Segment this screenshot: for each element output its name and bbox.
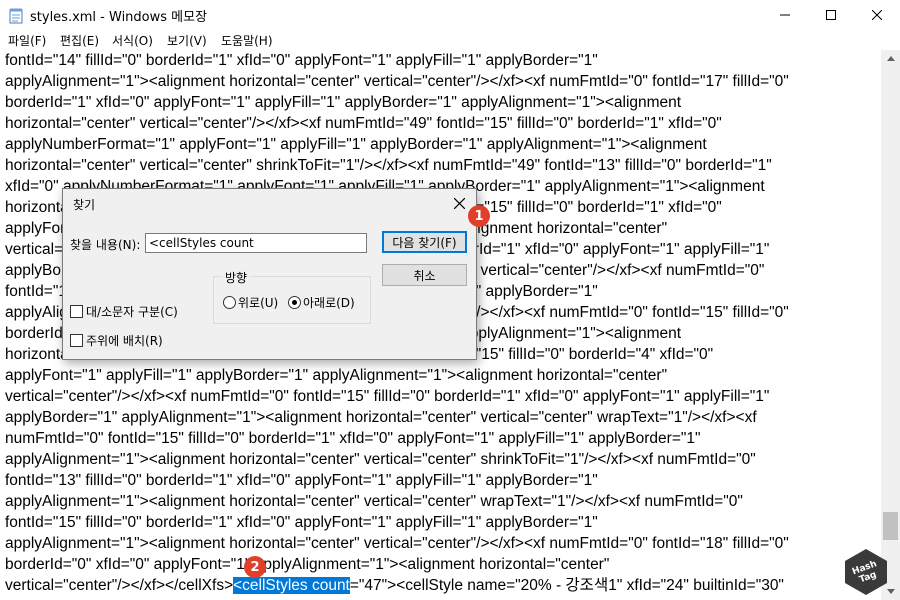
text-line: vertical="center"/></xf><xf numFmtId="0"… <box>5 388 770 405</box>
dialog-close-button[interactable] <box>448 192 470 214</box>
menu-file[interactable]: 파일(F) <box>8 32 46 49</box>
menu-format[interactable]: 서식(O) <box>112 32 153 49</box>
text-line: applyAlignment="1"><alignment horizontal… <box>5 535 789 552</box>
text-line: borderId="0" xfId="0" applyFont="1" appl… <box>5 556 610 573</box>
menu-bar: 파일(F) 편집(E) 서식(O) 보기(V) 도움말(H) <box>0 30 900 50</box>
text-line: fontId="13" fillId="0" borderId="1" xfId… <box>5 472 598 489</box>
text-after-selection: ="47"><cellStyle name="20% - 강조색1" xfId=… <box>349 577 784 594</box>
cancel-button[interactable]: 취소 <box>382 264 467 286</box>
text-line: applyAlignment="1"><alignment horizontal… <box>5 451 756 468</box>
close-button[interactable] <box>854 0 900 30</box>
find-next-button[interactable]: 다음 찾기(F) <box>382 231 467 253</box>
find-dialog: 찾기 찾을 내용(N): 다음 찾기(F) 취소 방향 위로(U) 아래로(D)… <box>62 188 477 360</box>
vertical-scrollbar[interactable] <box>881 50 900 600</box>
hashtag-logo: Hash Tag <box>845 549 887 595</box>
wrap-around-checkbox[interactable] <box>70 334 83 347</box>
minimize-icon <box>780 14 790 16</box>
close-icon <box>453 197 465 209</box>
text-line: applyBorder="1" applyAlignment="1"><alig… <box>5 409 757 426</box>
maximize-button[interactable] <box>808 0 854 30</box>
direction-down-label[interactable]: 아래로(D) <box>303 294 355 311</box>
menu-view[interactable]: 보기(V) <box>167 32 207 49</box>
match-case-checkbox[interactable] <box>70 305 83 318</box>
text-line: applyAlignment="1"><alignment horizontal… <box>5 493 743 510</box>
dialog-title: 찾기 <box>73 198 96 212</box>
selected-text: <cellStyles count <box>233 577 350 594</box>
find-what-label: 찾을 내용(N): <box>70 238 141 252</box>
text-line: applyFont="1" applyFill="1" applyBorder=… <box>5 367 668 384</box>
text-line: numFmtId="0" fontId="15" fillId="0" bord… <box>5 430 701 447</box>
text-line: fontId="15" fillId="0" borderId="1" xfId… <box>5 514 598 531</box>
text-line: horizontal="center" vertical="center" sh… <box>5 157 772 174</box>
text-line: applyAlignment="1"><alignment horizontal… <box>5 73 789 90</box>
scrollbar-thumb[interactable] <box>883 512 898 540</box>
text-line: horizontal="center" vertical="center"/><… <box>5 115 722 132</box>
scroll-up-button[interactable] <box>881 50 900 67</box>
maximize-icon <box>826 10 836 20</box>
scroll-up-icon <box>886 56 895 61</box>
annotation-badge-2: 2 <box>244 556 266 578</box>
window-title: styles.xml - Windows 메모장 <box>30 10 208 25</box>
text-line: applyNumberFormat="1" applyFont="1" appl… <box>5 136 707 153</box>
direction-label: 방향 <box>223 269 250 286</box>
wrap-around-label[interactable]: 주위에 배치(R) <box>86 332 163 349</box>
menu-help[interactable]: 도움말(H) <box>221 32 273 49</box>
notepad-icon <box>9 8 23 24</box>
text-line-last: vertical="center"/></xf></cellXfs><cellS… <box>5 575 784 596</box>
text-line: borderId="1" xfId="0" applyFont="1" appl… <box>5 94 682 111</box>
title-bar: styles.xml - Windows 메모장 <box>0 0 900 30</box>
find-what-input[interactable] <box>145 233 367 253</box>
direction-down-radio[interactable] <box>288 296 301 309</box>
direction-up-radio[interactable] <box>223 296 236 309</box>
direction-up-label[interactable]: 위로(U) <box>238 294 278 311</box>
menu-edit[interactable]: 편집(E) <box>60 32 99 49</box>
annotation-badge-1: 1 <box>468 205 490 227</box>
minimize-button[interactable] <box>762 0 808 30</box>
text-line: fontId="14" fillId="0" borderId="1" xfId… <box>5 52 598 69</box>
text-before-selection: vertical="center"/></xf></cellXfs> <box>5 577 234 594</box>
close-icon <box>872 10 882 20</box>
match-case-label[interactable]: 대/소문자 구분(C) <box>86 303 178 320</box>
